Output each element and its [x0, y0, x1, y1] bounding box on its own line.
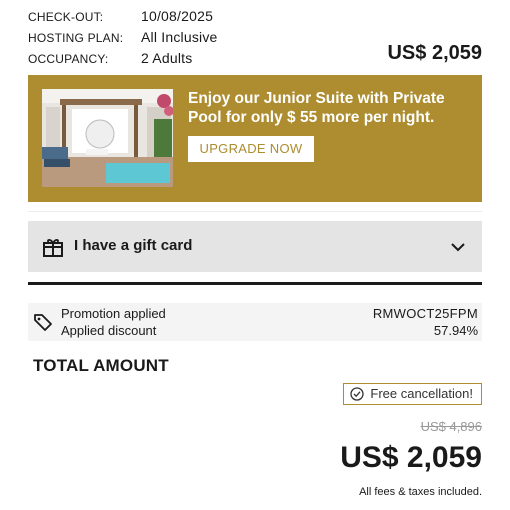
promotion-applied-label: Promotion applied	[61, 306, 166, 321]
fees-note: All fees & taxes included.	[359, 486, 482, 498]
promotion-code: RMWOCT25FPM	[372, 306, 478, 321]
gift-card-label: I have a gift card	[74, 237, 193, 254]
original-price: US$ 4,896	[420, 419, 482, 434]
hosting-plan-value: All Inclusive	[141, 29, 218, 45]
total-price: US$ 2,059	[340, 441, 482, 474]
section-divider	[28, 282, 482, 285]
summary-price: US$ 2,059	[387, 42, 482, 64]
upgrade-banner: Enjoy our Junior Suite with Private Pool…	[28, 75, 482, 202]
free-cancellation-badge: Free cancellation!	[343, 383, 482, 405]
upgrade-title: Enjoy our Junior Suite with Private Pool…	[188, 90, 445, 126]
chevron-down-icon	[451, 243, 465, 252]
checkout-label: CHECK-OUT:	[28, 10, 104, 24]
applied-discount-label: Applied discount	[61, 323, 157, 338]
occupancy-label: OCCUPANCY:	[28, 52, 109, 66]
junior-suite-image	[42, 89, 173, 187]
upgrade-now-button[interactable]: UPGRADE NOW	[188, 136, 314, 162]
total-amount-label: TOTAL AMOUNT	[33, 356, 169, 375]
occupancy-value: 2 Adults	[141, 50, 193, 66]
hosting-plan-label: HOSTING PLAN:	[28, 31, 124, 45]
gift-card-toggle[interactable]: I have a gift card	[28, 221, 482, 272]
gift-icon	[43, 239, 63, 257]
free-cancellation-text: Free cancellation!	[370, 386, 473, 401]
divider	[28, 211, 482, 212]
tag-icon	[34, 314, 52, 331]
promotion-box: Promotion applied Applied discount RMWOC…	[28, 303, 482, 341]
discount-percentage: 57.94%	[433, 323, 478, 338]
check-circle-icon	[350, 387, 365, 401]
checkout-value: 10/08/2025	[141, 8, 214, 24]
